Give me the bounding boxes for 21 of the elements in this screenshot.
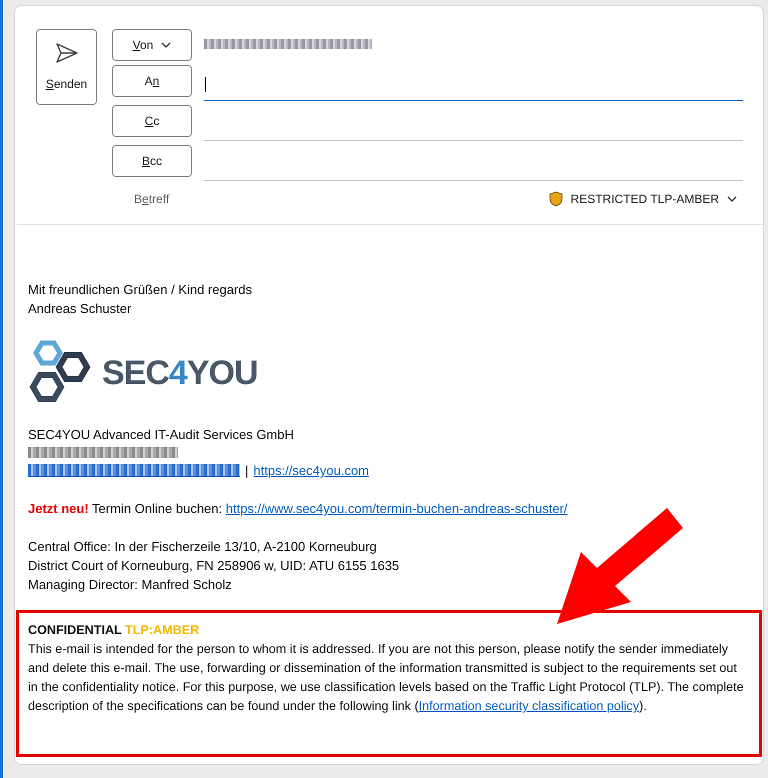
logo-text: SEC4YOU <box>102 353 258 393</box>
sensitivity-dropdown[interactable]: RESTRICTED TLP-AMBER <box>548 191 737 207</box>
recipient-button[interactable]: Bcc <box>112 145 192 177</box>
address-line: Central Office: In der Fischerzeile 13/10, A-2100 Korneuburg <box>28 538 378 556</box>
booking-link[interactable]: https://www.sec4you.com/termin-buchen-andreas-schuster/ <box>226 501 568 516</box>
from-button[interactable]: Von <box>112 29 192 61</box>
recipient-button[interactable]: Cc <box>112 105 192 137</box>
policy-link[interactable]: Information security classification policy <box>418 699 640 713</box>
booking-text: Jetzt neu! Termin Online buchen: https://www.sec4you.com/termin-buchen-andreas-schuster/ <box>28 500 568 518</box>
address-line: Managing Director: Manfred Scholz <box>28 576 233 594</box>
sender-name: Andreas Schuster <box>28 300 132 318</box>
subject-label: Betreff <box>134 192 170 206</box>
notice-text: This e-mail is intended for the person to whom it is addressed. If you are not this person, please notify the sender immediately and delete this e-mail. The use, forwarding or dissemination of the information transmitted is subject to the requirements set out in the confidentiality notice. For this purpose, we use classification levels based on the Traffic Light Protocol (TLP). The complete description of the specifications can be found under the following link (Information security classification policy). <box>28 641 745 715</box>
separator-text: | <box>245 462 248 480</box>
notice-title: CONFIDENTIAL TLP:AMBER <box>28 622 200 639</box>
recipient-button[interactable]: An <box>112 65 192 97</box>
company-name: SEC4YOU Advanced IT-Audit Services GmbH <box>28 426 295 444</box>
website-link[interactable]: https://sec4you.com <box>253 461 370 480</box>
send-button[interactable]: Senden <box>36 29 97 105</box>
greeting-text: Mit freundlichen Grüßen / Kind regards <box>28 281 253 299</box>
address-line: District Court of Korneuburg, FN 258906 w, UID: ATU 6155 1635 <box>28 557 400 575</box>
